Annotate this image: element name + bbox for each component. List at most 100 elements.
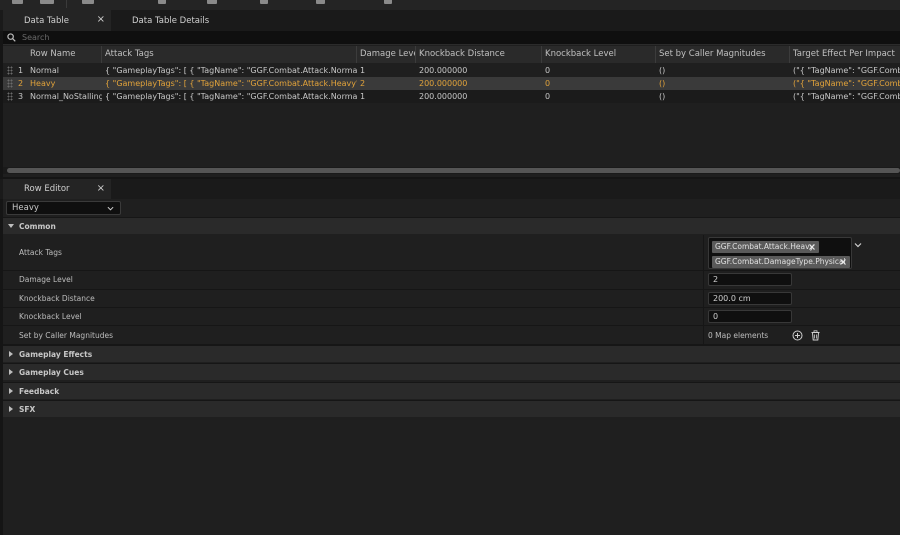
row-name-cell[interactable]: Normal (27, 64, 102, 77)
knockback-level-cell[interactable]: 0 (542, 90, 656, 103)
category-feedback-label: Feedback (19, 387, 60, 396)
column-divider (703, 308, 704, 325)
reimport-icon[interactable] (82, 0, 94, 4)
attack-tags-cell[interactable]: { "GameplayTags": [ { "TagName": "GGF.Co… (102, 90, 357, 103)
chevron-right-icon (9, 369, 13, 375)
tag-chip[interactable]: GGF.Combat.DamageType.Physical (712, 256, 850, 268)
tab-data-table-label: Data Table (24, 15, 69, 26)
target-effect-cell[interactable]: ("{ "TagName": "GGF.Combat. (790, 77, 900, 90)
category-sfx[interactable]: SFX (3, 400, 900, 417)
drag-handle-icon[interactable] (7, 79, 13, 88)
chevron-down-icon[interactable] (854, 241, 862, 249)
table-header: Row Name Attack Tags Damage Level Knockb… (3, 46, 900, 63)
close-icon[interactable]: × (97, 183, 105, 194)
chevron-right-icon (9, 351, 13, 357)
category-gameplay-effects[interactable]: Gameplay Effects (3, 345, 900, 362)
column-header-knockback-level[interactable]: Knockback Level (542, 46, 656, 63)
column-header-knockback-distance[interactable]: Knockback Distance (416, 46, 542, 63)
attack-tags-container[interactable]: GGF.Combat.Attack.Heavy GGF.Combat.Damag… (708, 237, 852, 269)
category-common[interactable]: Common (3, 217, 900, 234)
row-name-cell[interactable]: Heavy (27, 77, 102, 90)
category-feedback[interactable]: Feedback (3, 382, 900, 399)
set-by-caller-cell[interactable]: () (656, 64, 790, 77)
property-knockback-level: Knockback Level 0 (3, 308, 900, 326)
column-header-target-effect[interactable]: Target Effect Per Impact (790, 46, 900, 63)
damage-level-label: Damage Level (19, 275, 73, 284)
map-element-count: 0 Map elements (708, 331, 769, 340)
row-name-cell[interactable]: Normal_NoStalling (27, 90, 102, 103)
save-icon[interactable] (12, 0, 23, 4)
target-effect-cell[interactable]: ("{ "TagName": "GGF.Combat. (790, 64, 900, 77)
set-by-caller-label: Set by Caller Magnitudes (19, 331, 114, 340)
row-select-dropdown[interactable]: Heavy (6, 201, 121, 215)
property-set-by-caller: Set by Caller Magnitudes 0 Map elements (3, 326, 900, 345)
attack-tags-cell[interactable]: { "GameplayTags": [ { "TagName": "GGF.Co… (102, 64, 357, 77)
row-index: 3 (18, 92, 24, 101)
toolbar-separator (66, 0, 67, 8)
property-attack-tags: Attack Tags GGF.Combat.Attack.Heavy GGF.… (3, 235, 900, 271)
damage-level-cell[interactable]: 2 (357, 77, 416, 90)
knockback-level-cell[interactable]: 0 (542, 77, 656, 90)
search-icon (7, 33, 16, 42)
search-bar (3, 31, 900, 45)
duplicate-icon[interactable] (316, 0, 325, 4)
tab-data-table[interactable]: Data Table × (3, 10, 111, 31)
toolbar (0, 0, 900, 10)
column-header-damage-level[interactable]: Damage Level (357, 46, 416, 63)
set-by-caller-cell[interactable]: () (656, 77, 790, 90)
category-gameplay-cues-label: Gameplay Cues (19, 368, 84, 377)
chevron-right-icon (9, 406, 13, 412)
close-icon[interactable]: × (97, 14, 105, 25)
horizontal-scrollbar[interactable] (3, 167, 900, 174)
knockback-distance-cell[interactable]: 200.000000 (416, 77, 542, 90)
category-sfx-label: SFX (19, 405, 36, 414)
column-header-attack-tags[interactable]: Attack Tags (102, 46, 357, 63)
attack-tags-label: Attack Tags (19, 248, 62, 257)
tab-data-table-details[interactable]: Data Table Details (111, 10, 231, 31)
trash-icon[interactable] (810, 330, 821, 341)
table-row[interactable]: 1 Normal { "GameplayTags": [ { "TagName"… (3, 64, 900, 77)
tag-chip-label: GGF.Combat.DamageType.Physical (715, 257, 846, 266)
knockback-level-label: Knockback Level (19, 312, 82, 321)
tab-row-editor-label: Row Editor (24, 184, 70, 194)
table-row[interactable]: 3 Normal_NoStalling { "GameplayTags": [ … (3, 90, 900, 103)
target-effect-cell[interactable]: ("{ "TagName": "GGF.Combat. (790, 90, 900, 103)
top-tab-bar: Data Table × Data Table Details (0, 10, 900, 31)
set-by-caller-cell[interactable]: () (656, 90, 790, 103)
column-header-row-name[interactable]: Row Name (27, 46, 102, 63)
category-gameplay-effects-label: Gameplay Effects (19, 350, 93, 359)
property-knockback-distance: Knockback Distance 200.0 cm (3, 290, 900, 308)
column-divider (703, 271, 704, 289)
scrollbar-thumb[interactable] (7, 168, 900, 173)
column-header-set-by-caller[interactable]: Set by Caller Magnitudes (656, 46, 790, 63)
tag-chip[interactable]: GGF.Combat.Attack.Heavy (712, 241, 819, 253)
knockback-level-field[interactable]: 0 (708, 310, 792, 323)
row-select-value: Heavy (12, 203, 39, 213)
browse-icon[interactable] (40, 0, 54, 4)
remove-tag-icon[interactable] (808, 241, 817, 253)
knockback-distance-field[interactable]: 200.0 cm (708, 292, 792, 305)
remove-tag-icon[interactable] (839, 256, 848, 268)
category-gameplay-cues[interactable]: Gameplay Cues (3, 363, 900, 380)
column-divider (703, 290, 704, 307)
knockback-distance-cell[interactable]: 200.000000 (416, 90, 542, 103)
tag-chip-label: GGF.Combat.Attack.Heavy (715, 242, 814, 251)
copy-icon[interactable] (207, 0, 217, 4)
delete-icon[interactable] (384, 0, 392, 4)
add-element-icon[interactable] (792, 330, 803, 341)
attack-tags-cell[interactable]: { "GameplayTags": [ { "TagName": "GGF.Co… (102, 77, 357, 90)
paste-icon[interactable] (260, 0, 268, 4)
row-index: 2 (18, 79, 24, 88)
damage-level-field[interactable]: 2 (708, 273, 792, 286)
knockback-level-cell[interactable]: 0 (542, 64, 656, 77)
drag-handle-icon[interactable] (7, 66, 13, 75)
add-row-icon[interactable] (158, 0, 166, 4)
knockback-distance-cell[interactable]: 200.000000 (416, 64, 542, 77)
tab-row-editor[interactable]: Row Editor × (3, 179, 111, 199)
table-row[interactable]: 2 Heavy { "GameplayTags": [ { "TagName":… (3, 77, 900, 90)
row-editor-panel: Heavy Common Attack Tags GGF.Combat.Atta… (3, 199, 900, 535)
drag-handle-icon[interactable] (7, 92, 13, 101)
damage-level-cell[interactable]: 1 (357, 90, 416, 103)
search-input[interactable] (22, 31, 882, 44)
damage-level-cell[interactable]: 1 (357, 64, 416, 77)
